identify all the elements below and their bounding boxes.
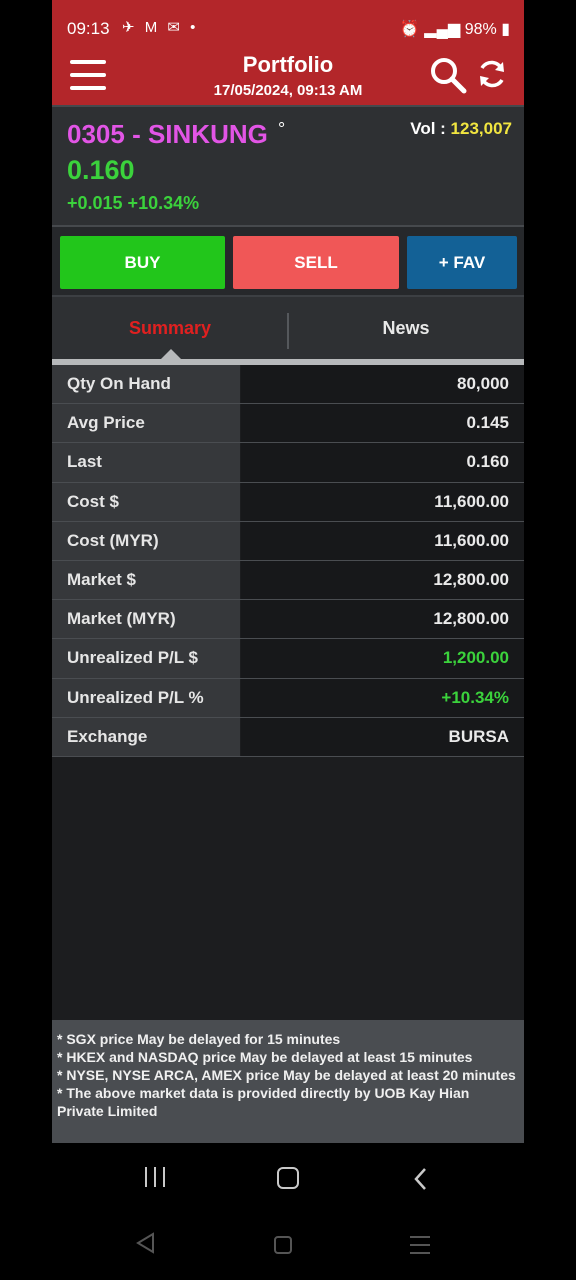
table-row: Exchange BURSA: [52, 717, 524, 757]
home-square-icon[interactable]: [274, 1236, 292, 1254]
row-label: Qty On Hand: [52, 365, 240, 404]
row-label: Market (MYR): [52, 600, 240, 639]
volume-label: Vol :: [410, 119, 451, 138]
last-price: 0.160: [67, 155, 135, 185]
table-row: Cost $ 11,600.00: [52, 482, 524, 522]
status-right: ⏰ ▂▄▆ 98% ▮: [400, 19, 510, 39]
row-value: 80,000: [241, 365, 524, 404]
system-navigation-bar: [0, 1145, 576, 1280]
volume: Vol : 123,007: [410, 119, 512, 139]
row-label: Market $: [52, 560, 240, 600]
menu-lines-icon[interactable]: [410, 1235, 430, 1255]
app-screen: 09:13 ✈ M ✉ • ⏰ ▂▄▆ 98% ▮ Portfolio 17/0…: [52, 0, 524, 1143]
table-row: Market $ 12,800.00: [52, 560, 524, 601]
row-label: Cost $: [52, 482, 240, 521]
row-value: 11,600.00: [241, 482, 524, 521]
table-row: Qty On Hand 80,000: [52, 365, 524, 405]
row-value: 0.145: [241, 404, 524, 443]
summary-table: Qty On Hand 80,000 Avg Price 0.145 Last …: [52, 365, 524, 757]
disclaimer-line: * The above market data is provided dire…: [57, 1085, 470, 1119]
row-value: 11,600.00: [241, 521, 524, 560]
back-triangle-icon[interactable]: [135, 1232, 155, 1254]
row-label: Cost (MYR): [52, 521, 240, 560]
row-value: +10.34%: [241, 678, 524, 717]
app-header: 09:13 ✈ M ✉ • ⏰ ▂▄▆ 98% ▮ Portfolio 17/0…: [52, 0, 524, 105]
disclaimer-line: * HKEX and NASDAQ price May be delayed a…: [57, 1049, 473, 1065]
sell-button[interactable]: SELL: [233, 236, 399, 289]
table-row: Unrealized P/L $ 1,200.00: [52, 639, 524, 679]
home-icon[interactable]: [277, 1167, 299, 1189]
row-label: Unrealized P/L %: [52, 678, 240, 717]
table-row: Market (MYR) 12,800.00: [52, 600, 524, 640]
row-label: Last: [52, 443, 240, 482]
table-row: Last 0.160: [52, 443, 524, 483]
row-value: 0.160: [241, 443, 524, 482]
recent-apps-icon[interactable]: [145, 1167, 167, 1187]
status-time: 09:13: [67, 19, 110, 38]
search-icon[interactable]: [428, 55, 468, 95]
disclaimer-line: * NYSE, NYSE ARCA, AMEX price May be del…: [57, 1067, 516, 1083]
buy-button[interactable]: BUY: [60, 236, 225, 289]
row-label: Exchange: [52, 717, 240, 756]
row-label: Unrealized P/L $: [52, 639, 240, 678]
row-value: BURSA: [241, 717, 524, 756]
status-bar: 09:13 ✈ M ✉ • ⏰ ▂▄▆ 98% ▮: [52, 0, 524, 58]
row-value: 12,800.00: [241, 560, 524, 600]
trade-actions: BUY SELL + FAV: [52, 227, 524, 297]
row-label: Avg Price: [52, 404, 240, 443]
notification-icons: ✈ M ✉ •: [122, 19, 199, 36]
volume-value: 123,007: [450, 119, 512, 138]
disclaimer-line: * SGX price May be delayed for 15 minute…: [57, 1031, 341, 1047]
battery-icon: ▮: [501, 21, 510, 38]
tab-bar: Summary News: [52, 297, 524, 359]
alarm-icon: ⏰: [399, 21, 420, 38]
refresh-icon[interactable]: [476, 58, 508, 90]
row-value: 1,200.00: [241, 639, 524, 678]
price-change: +0.015 +10.34%: [67, 193, 200, 213]
back-icon[interactable]: [411, 1167, 431, 1191]
stock-name[interactable]: 0305 - SINKUNG: [67, 119, 268, 150]
table-row: Cost (MYR) 11,600.00: [52, 521, 524, 561]
table-row: Unrealized P/L % +10.34%: [52, 678, 524, 718]
market-data-disclaimer: * SGX price May be delayed for 15 minute…: [52, 1020, 524, 1143]
stock-marker: °: [278, 119, 286, 139]
row-value: 12,800.00: [241, 600, 524, 639]
signal-icon: ▂▄▆: [424, 21, 461, 38]
battery-level: 98%: [464, 21, 497, 38]
active-tab-pointer: [160, 349, 182, 360]
table-row: Avg Price 0.145: [52, 404, 524, 444]
tab-news[interactable]: News: [288, 297, 524, 359]
add-favourite-button[interactable]: + FAV: [407, 236, 517, 289]
stock-quote-panel: 0305 - SINKUNG ° Vol : 123,007 0.160 +0.…: [52, 105, 524, 227]
